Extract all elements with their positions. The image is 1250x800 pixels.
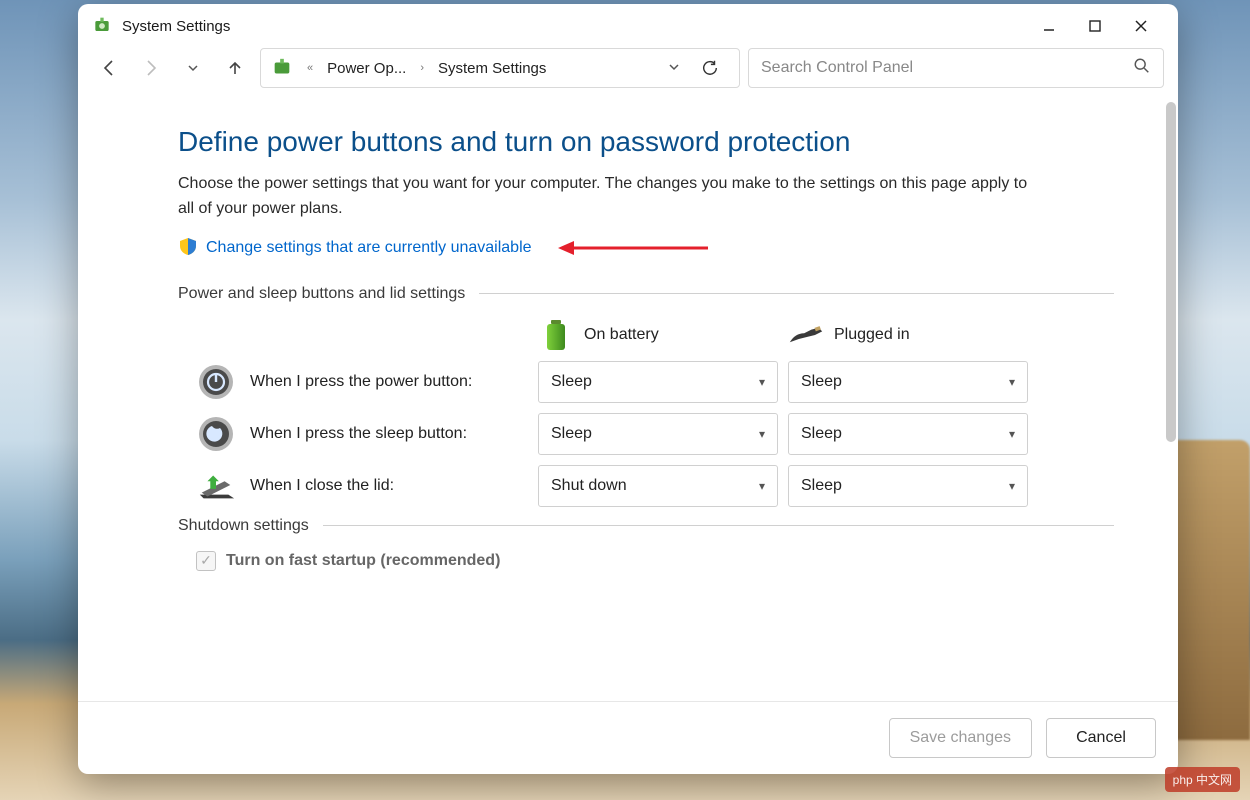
column-headers: . On battery Plugged in xyxy=(178,319,1114,351)
col-plugged-label: Plugged in xyxy=(834,326,910,344)
select-power-battery[interactable]: Sleep▾ xyxy=(538,361,778,403)
search-input[interactable] xyxy=(761,59,1125,77)
control-panel-window: System Settings « Power Op... › System S… xyxy=(78,4,1178,774)
row-power-label: When I press the power button: xyxy=(250,373,472,391)
section-title-text: Power and sleep buttons and lid settings xyxy=(178,285,465,303)
content-area: Define power buttons and turn on passwor… xyxy=(78,100,1178,701)
select-power-plugged[interactable]: Sleep▾ xyxy=(788,361,1028,403)
window-title: System Settings xyxy=(122,18,230,35)
breadcrumb-sep-icon: › xyxy=(416,62,428,74)
section-shutdown-text: Shutdown settings xyxy=(178,517,309,535)
forward-button[interactable] xyxy=(134,51,168,85)
scrollbar-thumb[interactable] xyxy=(1166,102,1176,442)
recent-locations-dropdown[interactable] xyxy=(176,51,210,85)
back-button[interactable] xyxy=(92,51,126,85)
refresh-button[interactable] xyxy=(691,59,729,77)
change-settings-link[interactable]: Change settings that are currently unava… xyxy=(206,239,532,257)
page-description: Choose the power settings that you want … xyxy=(178,172,1038,222)
fast-startup-checkbox: ✓ xyxy=(196,551,216,571)
desktop-background: System Settings « Power Op... › System S… xyxy=(0,0,1250,800)
up-button[interactable] xyxy=(218,51,252,85)
search-box[interactable] xyxy=(748,48,1164,88)
row-close-lid: When I close the lid: Shut down▾ Sleep▾ xyxy=(178,465,1114,507)
row-sleep-button: When I press the sleep button: Sleep▾ Sl… xyxy=(178,413,1114,455)
admin-link-row: Change settings that are currently unava… xyxy=(178,236,1114,261)
chevron-down-icon: ▾ xyxy=(759,427,765,441)
address-dropdown-icon[interactable] xyxy=(667,60,681,77)
chevron-down-icon: ▾ xyxy=(1009,427,1015,441)
app-icon xyxy=(92,16,112,36)
maximize-button[interactable] xyxy=(1072,4,1118,48)
row-sleep-label: When I press the sleep button: xyxy=(250,425,467,443)
minimize-button[interactable] xyxy=(1026,4,1072,48)
row-power-button: When I press the power button: Sleep▾ Sl… xyxy=(178,361,1114,403)
page-content: Define power buttons and turn on passwor… xyxy=(78,100,1164,701)
shield-icon xyxy=(178,236,198,261)
save-changes-button[interactable]: Save changes xyxy=(889,718,1032,758)
breadcrumb-part2[interactable]: System Settings xyxy=(438,60,546,77)
vertical-scrollbar[interactable] xyxy=(1164,100,1178,701)
row-lid-label: When I close the lid: xyxy=(250,477,394,495)
titlebar: System Settings xyxy=(78,4,1178,48)
col-battery: On battery xyxy=(538,319,778,351)
search-icon[interactable] xyxy=(1133,57,1151,80)
fast-startup-row: ✓ Turn on fast startup (recommended) xyxy=(178,551,1114,571)
toolbar: « Power Op... › System Settings xyxy=(78,48,1178,100)
select-sleep-plugged[interactable]: Sleep▾ xyxy=(788,413,1028,455)
footer: Save changes Cancel xyxy=(78,701,1178,774)
lid-icon xyxy=(196,466,236,506)
battery-icon xyxy=(538,319,574,351)
chevron-down-icon: ▾ xyxy=(1009,375,1015,389)
divider xyxy=(479,293,1114,294)
select-lid-battery[interactable]: Shut down▾ xyxy=(538,465,778,507)
chevron-down-icon: ▾ xyxy=(1009,479,1015,493)
sleep-icon xyxy=(196,414,236,454)
watermark: php 中文网 xyxy=(1165,767,1240,792)
address-bar[interactable]: « Power Op... › System Settings xyxy=(260,48,740,88)
cancel-button[interactable]: Cancel xyxy=(1046,718,1156,758)
col-plugged: Plugged in xyxy=(788,319,1028,351)
address-icon xyxy=(271,57,293,79)
chevron-down-icon: ▾ xyxy=(759,375,765,389)
breadcrumb-part1[interactable]: Power Op... xyxy=(327,60,406,77)
page-heading: Define power buttons and turn on passwor… xyxy=(178,126,1114,158)
col-battery-label: On battery xyxy=(584,326,659,344)
select-sleep-battery[interactable]: Sleep▾ xyxy=(538,413,778,455)
divider xyxy=(323,525,1114,526)
section-shutdown: Shutdown settings xyxy=(178,517,1114,535)
chevron-down-icon: ▾ xyxy=(759,479,765,493)
power-icon xyxy=(196,362,236,402)
close-button[interactable] xyxy=(1118,4,1164,48)
breadcrumb-prev-icon[interactable]: « xyxy=(303,62,317,74)
section-power-sleep-lid: Power and sleep buttons and lid settings xyxy=(178,285,1114,303)
fast-startup-label: Turn on fast startup (recommended) xyxy=(226,552,500,570)
select-lid-plugged[interactable]: Sleep▾ xyxy=(788,465,1028,507)
plug-icon xyxy=(788,319,824,351)
